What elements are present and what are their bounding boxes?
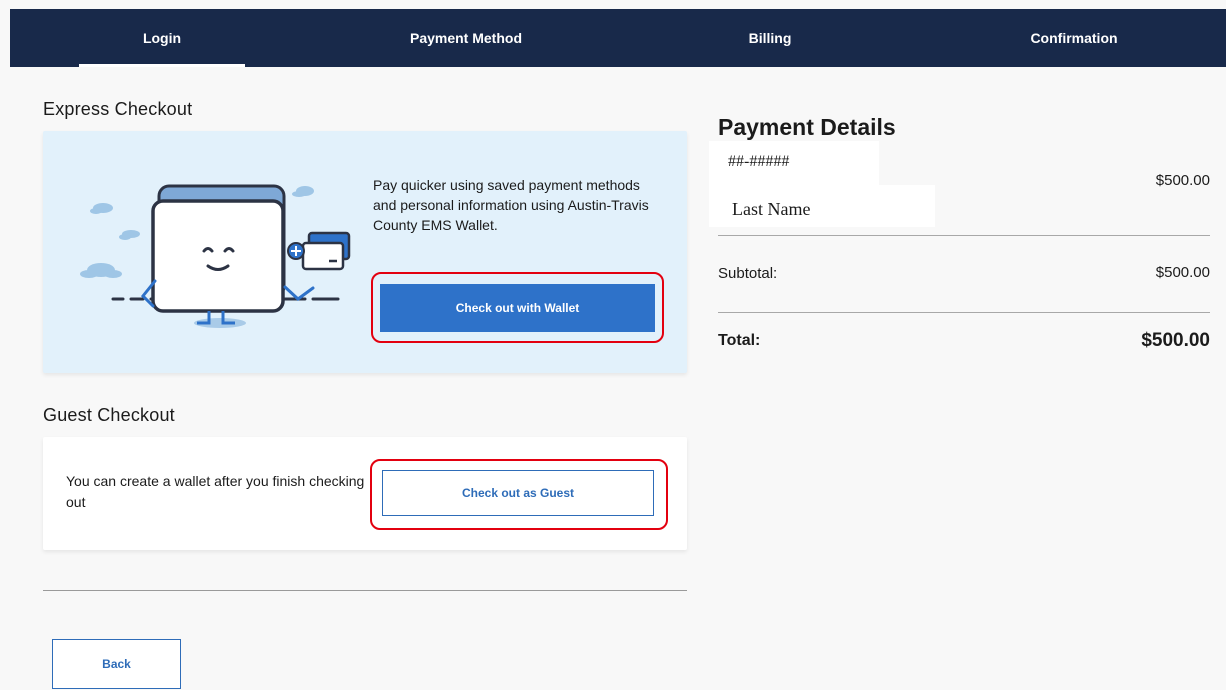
- account-number: ##-#####: [728, 153, 790, 170]
- subtotal-label: Subtotal:: [718, 265, 778, 282]
- express-checkout-title: Express Checkout: [43, 99, 193, 119]
- credit-card-icon: [301, 231, 351, 271]
- express-checkout-description: Pay quicker using saved payment methods …: [373, 177, 649, 233]
- wallet-mascot-illustration: [80, 184, 351, 328]
- highlight-annotation: [371, 272, 664, 343]
- divider: [718, 235, 1210, 236]
- highlight-annotation: [370, 459, 668, 530]
- step-billing-label: Billing: [748, 30, 792, 46]
- step-login-label: Login: [142, 30, 182, 46]
- total-label: Total:: [718, 332, 761, 349]
- total-amount: $500.00: [1141, 330, 1210, 351]
- step-confirmation-label: Confirmation: [1030, 30, 1118, 46]
- subtotal-amount: $500.00: [1155, 264, 1210, 281]
- step-payment-method[interactable]: Payment Method: [314, 9, 618, 67]
- guest-checkout-description: You can create a wallet after you finish…: [66, 473, 365, 510]
- payment-details-title: Payment Details: [718, 114, 896, 140]
- last-name: Last Name: [732, 199, 811, 219]
- divider: [718, 312, 1210, 313]
- section-divider: [43, 590, 687, 591]
- back-button[interactable]: Back: [52, 639, 181, 689]
- step-billing[interactable]: Billing: [618, 9, 922, 67]
- step-login[interactable]: Login: [10, 9, 314, 67]
- step-payment-method-label: Payment Method: [409, 30, 522, 46]
- guest-checkout-title: Guest Checkout: [43, 405, 175, 425]
- line-item-amount: $500.00: [1155, 172, 1210, 189]
- step-confirmation[interactable]: Confirmation: [922, 9, 1226, 67]
- checkout-steps-nav: Login Payment Method Billing Confirmatio…: [10, 9, 1226, 67]
